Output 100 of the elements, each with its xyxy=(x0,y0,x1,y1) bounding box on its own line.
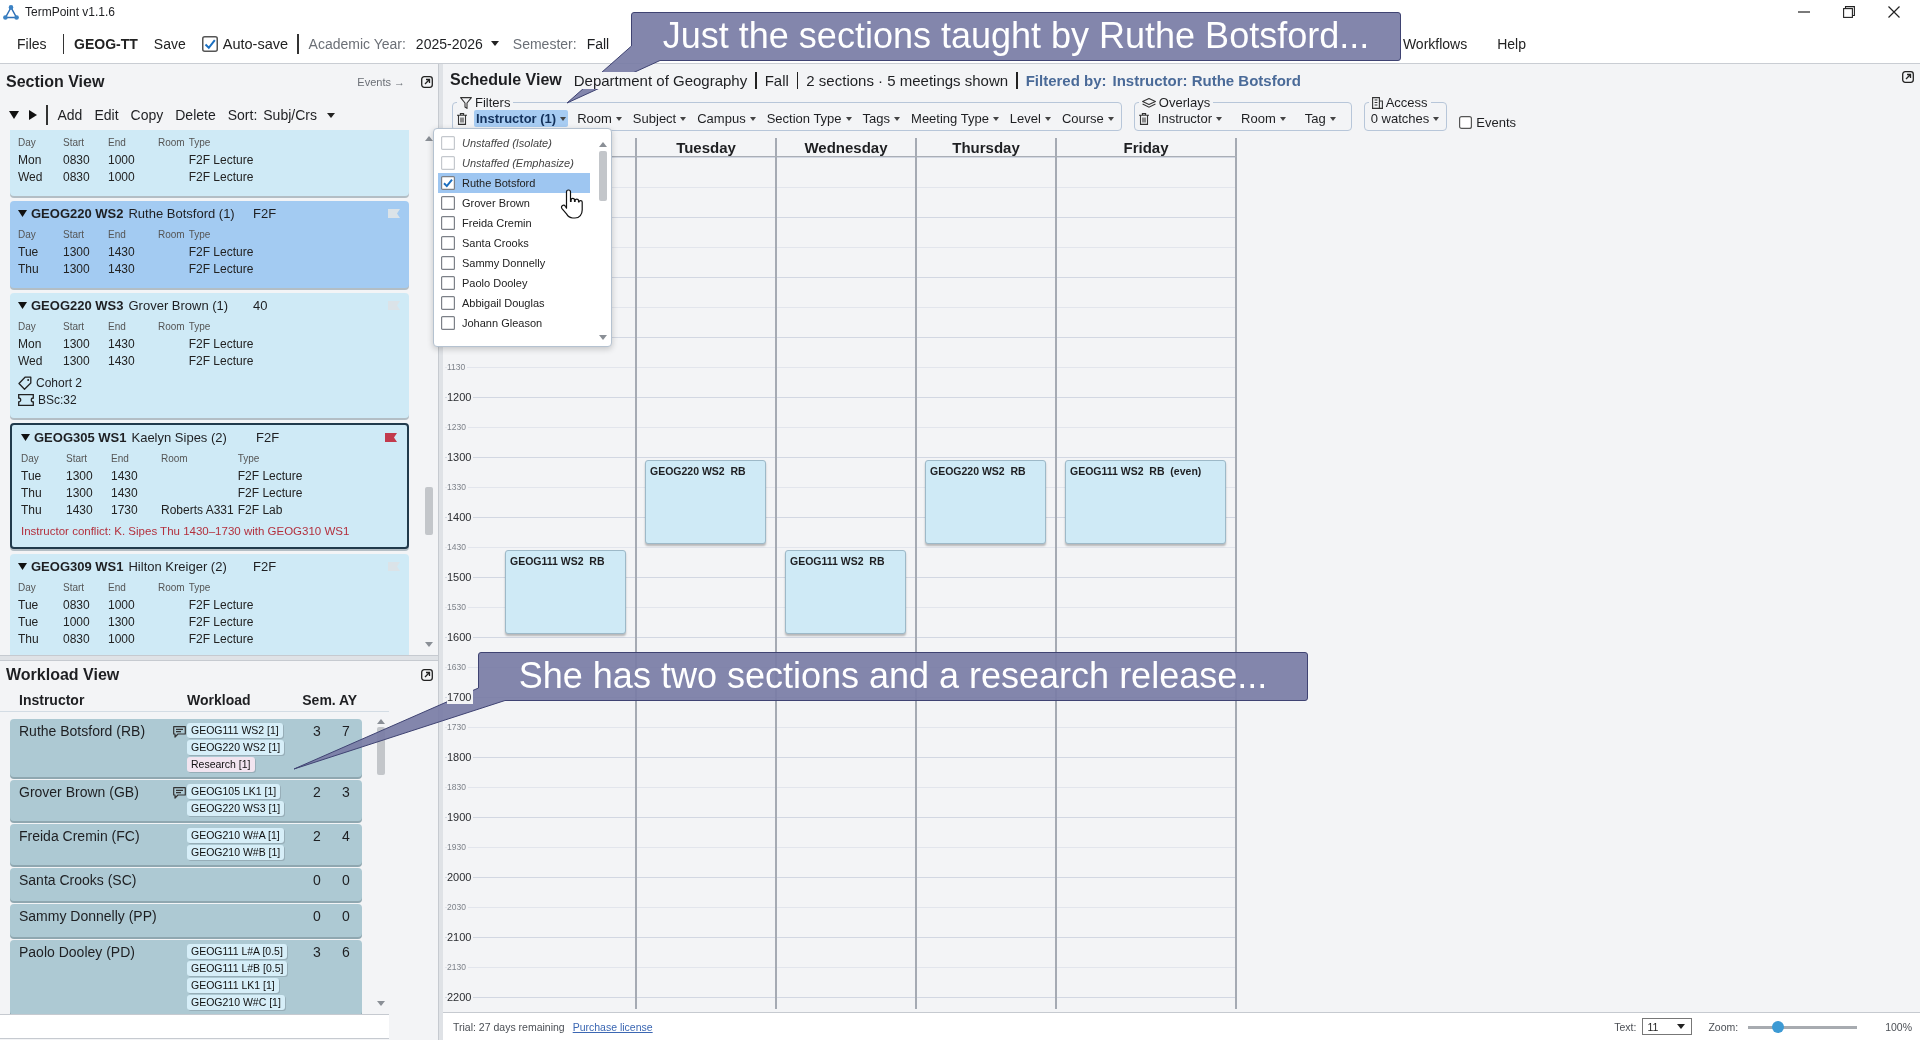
option-label[interactable]: Unstaffed (Emphasize) xyxy=(462,157,574,169)
scrollbar-thumb[interactable] xyxy=(598,151,607,201)
workload-row[interactable]: Freida Cremin (FC) GEOG210 W#A [1] GEOG210 W#B [1] 2 4 xyxy=(10,824,362,865)
column-header[interactable]: AY xyxy=(336,691,360,708)
filter-dropdown[interactable]: Section Type xyxy=(764,110,854,127)
flag-icon[interactable] xyxy=(385,433,397,442)
files-menu[interactable]: Files xyxy=(17,35,47,52)
option-checkbox[interactable] xyxy=(441,296,455,310)
column-header[interactable]: Instructor xyxy=(19,691,187,708)
option-label[interactable]: Paolo Dooley xyxy=(462,277,528,289)
workload-row[interactable]: Ruthe Botsford (RB) GEOG111 WS2 [1] GEOG220 WS2 [1] Research [1] 3 7 xyxy=(10,719,362,777)
popout-icon[interactable] xyxy=(1902,71,1914,83)
menu-option[interactable]: Grover Brown xyxy=(438,193,590,213)
triangle-right-icon[interactable] xyxy=(29,110,37,120)
scroll-up-icon[interactable] xyxy=(425,136,433,141)
scroll-down-icon[interactable] xyxy=(377,1001,385,1006)
scroll-down-icon[interactable] xyxy=(598,335,607,340)
scroll-up-icon[interactable] xyxy=(377,719,385,724)
scroll-down-icon[interactable] xyxy=(425,642,433,647)
column-header[interactable]: Sem. xyxy=(302,691,336,708)
menu-option[interactable]: Unstaffed (Isolate) xyxy=(438,133,590,153)
section-card[interactable] xyxy=(10,423,409,549)
filter-dropdown[interactable]: Campus xyxy=(695,110,758,127)
workload-chip[interactable]: GEOG111 WS2 [1] xyxy=(187,723,283,738)
option-label[interactable]: Freida Cremin xyxy=(462,217,532,229)
popout-icon[interactable] xyxy=(421,76,433,88)
workload-row[interactable]: Grover Brown (GB) GEOG105 LK1 [1] GEOG220 WS3 [1] 2 3 xyxy=(10,780,362,821)
calendar-event[interactable]: GEOG111 WS2 RB xyxy=(505,550,626,634)
project-name[interactable]: GEOG-TT xyxy=(74,35,138,52)
menu-item[interactable]: Workflows xyxy=(1402,35,1468,52)
comment-icon[interactable] xyxy=(173,787,186,799)
option-checkbox[interactable] xyxy=(441,216,455,230)
purchase-link[interactable]: Purchase license xyxy=(572,1020,653,1033)
popout-icon[interactable] xyxy=(421,668,433,681)
workload-chip[interactable]: GEOG111 L#B [0.5] xyxy=(187,961,288,976)
workload-chip[interactable]: GEOG111 LK1 [1] xyxy=(187,978,279,993)
column-header[interactable]: Workload xyxy=(187,691,302,708)
sort-dropdown[interactable]: Subj/Crs xyxy=(263,107,335,123)
expand-triangle-icon[interactable] xyxy=(18,563,27,570)
workload-chip[interactable]: GEOG220 WS3 [1] xyxy=(187,801,285,816)
workload-row[interactable]: Sammy Donnelly (PP) 0 0 xyxy=(10,904,362,937)
calendar-event[interactable]: GEOG111 WS2 RB (even) xyxy=(1065,460,1226,544)
option-label[interactable]: Ruthe Botsford xyxy=(462,177,536,189)
workload-chip[interactable]: GEOG111 L#A [0.5] xyxy=(187,944,287,959)
section-card[interactable]: Day Start End Room Type Mon 0830 1000 F2F Lecture Wed 0830 1000 F2F Lecture xyxy=(10,130,409,196)
events-link[interactable]: Events → xyxy=(357,76,405,88)
expand-triangle-icon[interactable] xyxy=(18,210,27,217)
menu-option[interactable]: Unstaffed (Emphasize) xyxy=(438,153,590,173)
autosave-checkbox[interactable] xyxy=(201,35,218,52)
toolbar-button[interactable]: Add xyxy=(57,107,83,123)
filter-dropdown[interactable]: Subject xyxy=(630,110,689,127)
expand-triangle-icon[interactable] xyxy=(21,434,30,441)
workload-chip[interactable]: GEOG220 WS2 [1] xyxy=(187,740,285,755)
option-checkbox[interactable] xyxy=(441,316,455,330)
overlay-dropdown[interactable]: Room xyxy=(1239,110,1288,127)
option-checkbox[interactable] xyxy=(441,176,455,190)
expand-triangle-icon[interactable] xyxy=(18,302,27,309)
workload-chip[interactable]: GEOG210 W#B [1] xyxy=(187,845,285,860)
filter-dropdown[interactable]: Instructor (1) xyxy=(474,110,569,127)
scroll-up-icon[interactable] xyxy=(598,142,607,147)
calendar-event[interactable]: GEOG220 WS2 RB xyxy=(925,460,1046,544)
menu-option[interactable]: Santa Crooks xyxy=(438,233,590,253)
option-checkbox[interactable] xyxy=(441,276,455,290)
trash-icon[interactable] xyxy=(457,112,467,125)
section-card[interactable]: GEOG309 WS1 Hilton Kreiger (2) F2F Day Start End Room Type Tue 0830 1000 F2F Lecture Tue 1000 1300 F2F Lecture Thu 0830 1000 F2F Lecture xyxy=(10,554,409,655)
menu-item[interactable]: Help xyxy=(1497,35,1526,52)
option-label[interactable]: Johann Gleason xyxy=(462,317,543,329)
filter-dropdown[interactable]: Tags xyxy=(860,110,903,127)
option-checkbox[interactable] xyxy=(441,156,455,170)
slider-thumb[interactable] xyxy=(1771,1020,1784,1033)
menu-option[interactable]: Paolo Dooley xyxy=(438,273,590,293)
triangle-down-icon[interactable] xyxy=(9,111,19,119)
events-checkbox[interactable] xyxy=(1459,116,1473,129)
autosave-label[interactable]: Auto-save xyxy=(222,35,289,52)
option-checkbox[interactable] xyxy=(441,236,455,250)
option-label[interactable]: Grover Brown xyxy=(462,197,530,209)
option-label[interactable]: Sammy Donnelly xyxy=(462,257,546,269)
menu-option[interactable]: Ruthe Botsford xyxy=(438,173,590,193)
toolbar-button[interactable]: Delete xyxy=(175,107,216,123)
semester-value[interactable]: Fall xyxy=(586,35,610,52)
events-checkbox-label[interactable]: Events xyxy=(1476,115,1516,130)
calendar-event[interactable]: GEOG111 WS2 RB xyxy=(785,550,906,634)
restore-icon[interactable] xyxy=(1843,6,1855,18)
overlay-dropdown[interactable]: Tag xyxy=(1302,110,1338,127)
menu-option[interactable]: Abbigail Douglas xyxy=(438,293,590,313)
scrollbar-thumb[interactable] xyxy=(425,487,433,535)
section-card[interactable]: GEOG220 WS3 Grover Brown (1) 40 Day Start End Room Type Mon 1300 1430 F2F Lecture Wed 1300 1430 F2F Lecture Cohort 2 BSc:32 xyxy=(10,293,409,418)
section-card[interactable]: GEOG220 WS2 Ruthe Botsford (1) F2F Day Start End Room Type Tue 1300 1430 F2F Lecture Thu 1300 1430 F2F Lecture xyxy=(10,201,409,288)
overlay-dropdown[interactable]: Instructor xyxy=(1155,110,1225,127)
filter-dropdown[interactable]: Room xyxy=(575,110,624,127)
option-checkbox[interactable] xyxy=(441,196,455,210)
option-checkbox[interactable] xyxy=(441,136,455,150)
workload-chip[interactable]: GEOG105 LK1 [1] xyxy=(187,784,281,799)
menu-option[interactable]: Freida Cremin xyxy=(438,213,590,233)
menu-option[interactable]: Johann Gleason xyxy=(438,313,590,333)
workload-row[interactable]: Paolo Dooley (PD) GEOG111 L#A [0.5] GEOG111 L#B [0.5] GEOG111 LK1 [1] GEOG210 W#C [1] 3 6 xyxy=(10,940,362,1014)
save-button[interactable]: Save xyxy=(153,35,186,52)
filter-dropdown[interactable]: Course xyxy=(1059,110,1116,127)
close-icon[interactable] xyxy=(1888,6,1900,18)
option-label[interactable]: Abbigail Douglas xyxy=(462,297,545,309)
